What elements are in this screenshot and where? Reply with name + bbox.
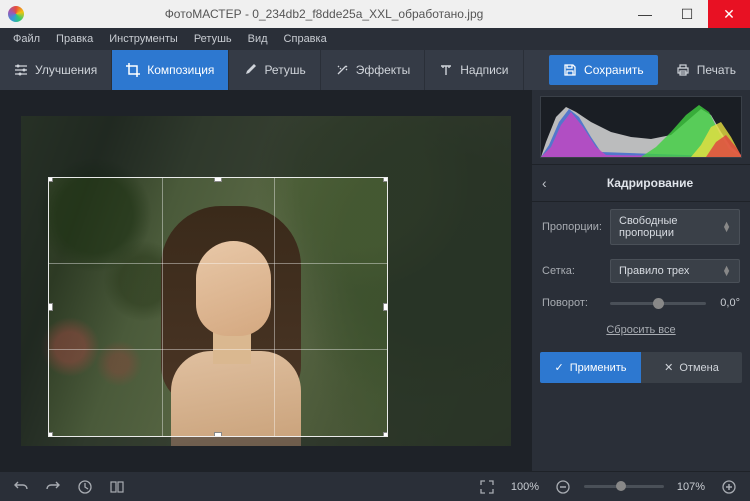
tab-enhance[interactable]: Улучшения xyxy=(0,50,112,90)
menu-file[interactable]: Файл xyxy=(6,30,47,48)
crop-handle[interactable] xyxy=(214,178,222,182)
zoom-slider[interactable] xyxy=(584,485,664,488)
tab-effects[interactable]: Эффекты xyxy=(321,50,426,90)
crop-handle[interactable] xyxy=(49,432,53,436)
grid-line xyxy=(49,263,387,264)
tab-captions[interactable]: Надписи xyxy=(425,50,523,90)
crop-handle[interactable] xyxy=(49,303,53,311)
rotate-slider[interactable] xyxy=(610,302,706,305)
tab-label: Надписи xyxy=(460,63,508,77)
crop-handle[interactable] xyxy=(214,432,222,436)
fit-screen-button[interactable] xyxy=(476,476,498,498)
grid-value: Правило трех xyxy=(619,265,689,277)
aspect-dropdown[interactable]: Свободные пропорции ▲▼ xyxy=(610,209,740,245)
canvas-area[interactable] xyxy=(0,90,532,471)
undo-button[interactable] xyxy=(10,476,32,498)
save-label: Сохранить xyxy=(584,63,644,77)
zoom-fit-value: 100% xyxy=(508,481,542,493)
right-sidebar: ‹ Кадрирование Пропорции: Свободные проп… xyxy=(532,90,750,471)
photo-preview[interactable] xyxy=(21,116,511,446)
tab-retouch[interactable]: Ретушь xyxy=(229,50,320,90)
tab-label: Улучшения xyxy=(35,63,97,77)
statusbar: 100% 107% xyxy=(0,471,750,501)
redo-button[interactable] xyxy=(42,476,64,498)
crop-handle[interactable] xyxy=(383,303,387,311)
tab-label: Эффекты xyxy=(356,63,411,77)
print-button[interactable]: Печать xyxy=(662,50,750,90)
crop-handle[interactable] xyxy=(383,432,387,436)
zoom-in-button[interactable] xyxy=(718,476,740,498)
crop-icon xyxy=(126,63,140,77)
main-toolbar: Улучшения Композиция Ретушь Эффекты Надп… xyxy=(0,50,750,90)
window-title: ФотоМАСТЕР - 0_234db2_f8dde25a_XXL_обраб… xyxy=(24,7,624,21)
x-icon: ✕ xyxy=(664,361,673,374)
reset-link[interactable]: Сбросить все xyxy=(532,316,750,344)
sliders-icon xyxy=(14,63,28,77)
rotate-value: 0,0° xyxy=(714,297,740,309)
slider-thumb[interactable] xyxy=(616,481,626,491)
histogram[interactable] xyxy=(540,96,742,158)
minimize-button[interactable]: — xyxy=(624,0,666,28)
menu-retouch[interactable]: Ретушь xyxy=(187,30,239,48)
menu-tools[interactable]: Инструменты xyxy=(102,30,185,48)
cancel-button[interactable]: ✕ Отмена xyxy=(641,352,742,383)
grid-line xyxy=(162,178,163,436)
grid-line xyxy=(274,178,275,436)
panel-header: ‹ Кадрирование xyxy=(532,164,750,202)
menubar: Файл Правка Инструменты Ретушь Вид Справ… xyxy=(0,28,750,50)
aspect-label: Пропорции: xyxy=(542,221,602,233)
zoom-value: 107% xyxy=(674,481,708,493)
brush-icon xyxy=(243,63,257,77)
floppy-icon xyxy=(563,63,577,77)
compare-button[interactable] xyxy=(106,476,128,498)
apply-label: Применить xyxy=(570,362,627,374)
crop-handle[interactable] xyxy=(49,178,53,182)
menu-help[interactable]: Справка xyxy=(277,30,334,48)
history-button[interactable] xyxy=(74,476,96,498)
cancel-label: Отмена xyxy=(679,362,718,374)
menu-view[interactable]: Вид xyxy=(241,30,275,48)
aspect-value: Свободные пропорции xyxy=(619,215,722,239)
window-titlebar: ФотоМАСТЕР - 0_234db2_f8dde25a_XXL_обраб… xyxy=(0,0,750,28)
panel-title: Кадрирование xyxy=(560,176,740,190)
wand-icon xyxy=(335,63,349,77)
updown-icon: ▲▼ xyxy=(722,222,731,232)
app-icon xyxy=(8,6,24,22)
grid-dropdown[interactable]: Правило трех ▲▼ xyxy=(610,259,740,283)
tab-label: Композиция xyxy=(147,63,214,77)
save-button[interactable]: Сохранить xyxy=(549,55,658,85)
text-icon xyxy=(439,63,453,77)
printer-icon xyxy=(676,63,690,77)
tab-label: Ретушь xyxy=(264,63,305,77)
menu-edit[interactable]: Правка xyxy=(49,30,100,48)
check-icon: ✓ xyxy=(554,361,563,374)
crop-handle[interactable] xyxy=(383,178,387,182)
tab-compose[interactable]: Композиция xyxy=(112,50,229,90)
crop-rectangle[interactable] xyxy=(49,178,387,436)
grid-label: Сетка: xyxy=(542,265,602,277)
maximize-button[interactable]: ☐ xyxy=(666,0,708,28)
slider-thumb[interactable] xyxy=(653,298,664,309)
back-button[interactable]: ‹ xyxy=(542,175,560,191)
print-label: Печать xyxy=(697,63,736,77)
apply-button[interactable]: ✓ Применить xyxy=(540,352,641,383)
zoom-out-button[interactable] xyxy=(552,476,574,498)
close-button[interactable]: ✕ xyxy=(708,0,750,28)
rotate-label: Поворот: xyxy=(542,297,602,309)
updown-icon: ▲▼ xyxy=(722,266,731,276)
grid-line xyxy=(49,349,387,350)
